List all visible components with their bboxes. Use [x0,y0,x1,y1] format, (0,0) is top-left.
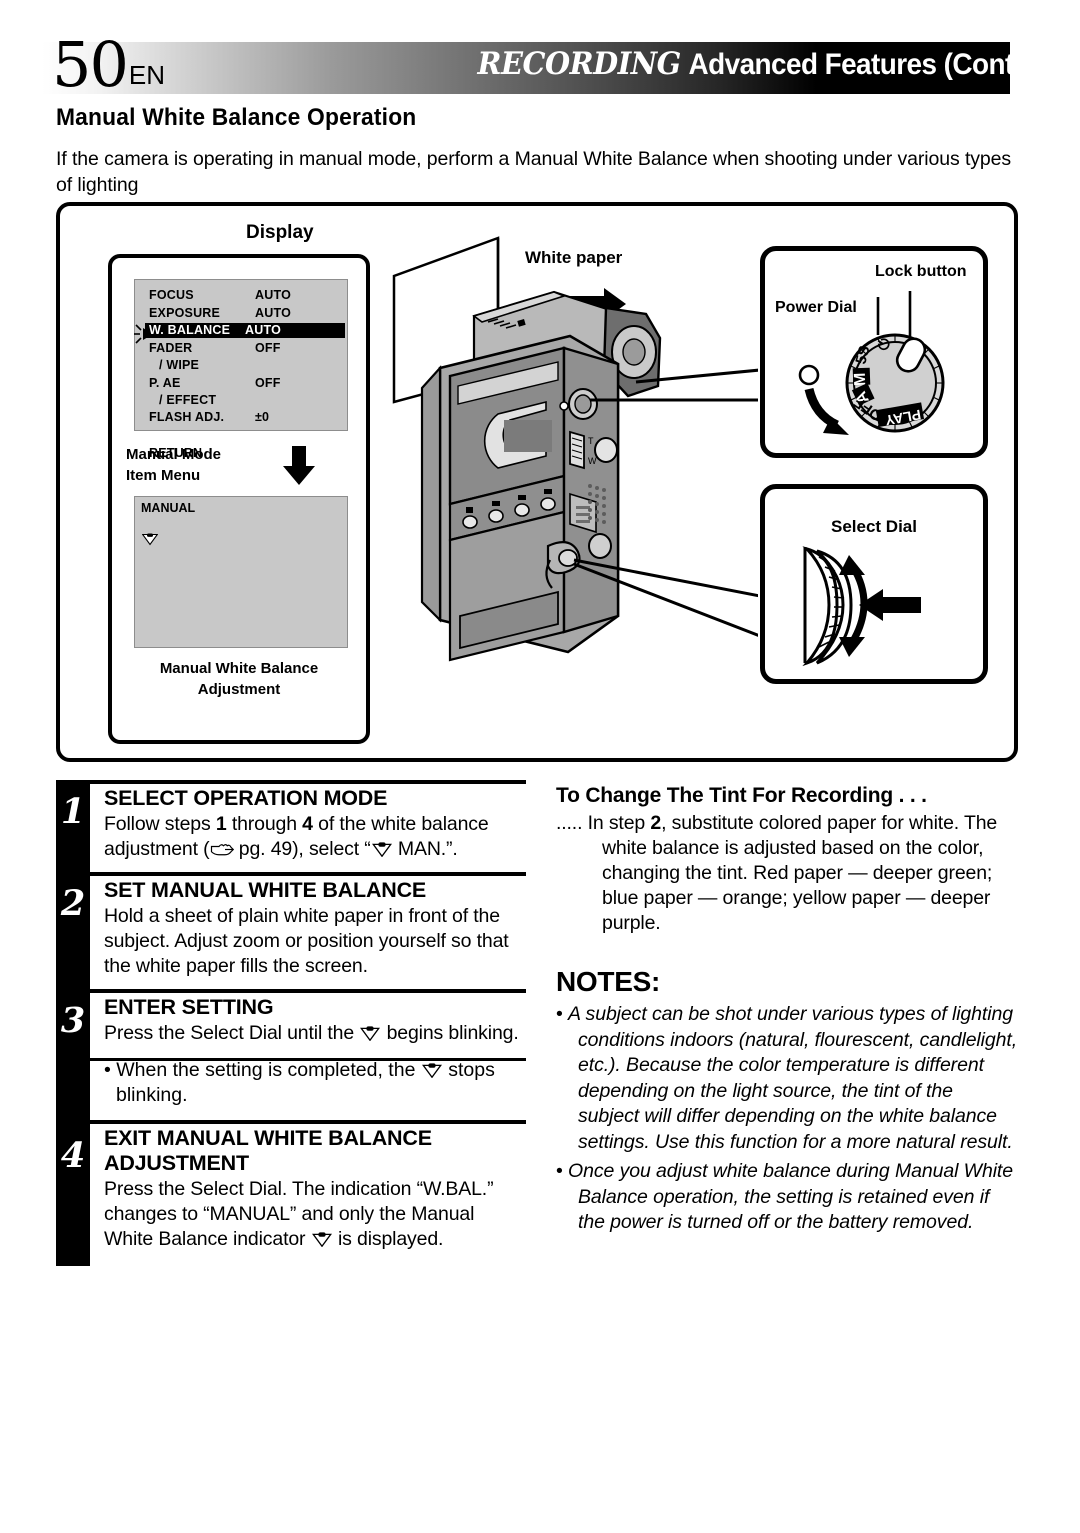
step-1: 1 SELECT OPERATION MODE Follow steps 1 t… [56,780,526,862]
section-intro: If the camera is operating in manual mod… [56,148,1012,196]
menu-item-value: ±0 [255,410,270,424]
manual-mode-line1: Manual Mode [126,446,222,463]
camcorder-illustration: T W [420,288,758,662]
tint-body: ..... In step 2, substitute colored pape… [556,812,998,934]
menu-item-label: FLASH ADJ. [149,410,225,424]
step-1-number: 1 [60,791,86,832]
select-dial-illustration [802,546,921,667]
step-3-body: Press the Select Dial until the begins b… [104,1022,519,1044]
menu-row[interactable]: FADER OFF [149,341,280,355]
step-3-number: 3 [60,1000,86,1041]
step-4-body: Press the Select Dial. The indication “W… [104,1178,494,1250]
white-balance-icon [421,1063,442,1078]
manual-mode-line2: Item Menu [126,467,201,484]
step-2-number: 2 [60,883,86,924]
step-divider [90,780,526,784]
menu-row-selected[interactable]: W. BALANCE AUTO [145,323,345,338]
note-item: • A subject can be shot under various ty… [556,1003,1018,1153]
display-panel: FOCUS AUTO EXPOSURE AUTO W. BALANCE AUTO… [108,254,370,744]
page-number-value: 50 [52,28,129,101]
select-dial-label: Select Dial [831,517,917,536]
menu-item-label: W. BALANCE [149,323,231,337]
menu-item-label: EXPOSURE [149,306,221,320]
menu-item-value: OFF [255,376,281,390]
menu-item-value: AUTO [255,288,291,302]
step-4-number: 4 [60,1135,86,1176]
step-divider [90,872,526,876]
menu-row: / WIPE [159,358,199,372]
step-divider [90,1058,526,1061]
display-label: Display [246,222,314,243]
menu-item-value: AUTO [245,323,281,337]
step-2: 2 SET MANUAL WHITE BALANCE Hold a sheet … [56,872,526,979]
header-title-lead: RECORDING [477,46,682,82]
notes-heading: NOTES: [556,966,660,997]
white-balance-icon [371,842,392,857]
step-divider [90,1120,526,1124]
step-1-heading: SELECT OPERATION MODE [104,786,388,810]
power-dial-callout: Lock button Power Dial ⏻ 5S M A OFF PLAY [760,246,988,458]
adjustment-caption: Manual White Balance Adjustment [112,658,366,700]
menu-screen: FOCUS AUTO EXPOSURE AUTO W. BALANCE AUTO… [134,279,348,460]
power-dial-illustration: ⏻ 5S M A OFF PLAY [798,291,945,435]
page-language-code: EN [128,60,166,90]
menu-row[interactable]: P. AE OFF [149,376,280,390]
white-balance-icon [142,533,158,546]
svg-text:T: T [588,436,594,446]
adjustment-caption-line2: Adjustment [197,681,281,698]
page-number: 50EN [52,34,165,106]
manual-screen: MANUAL [134,496,348,648]
section-title: Manual White Balance Operation [56,104,417,131]
note-item: • Once you adjust white balance during M… [556,1160,1013,1233]
step-3: 3 ENTER SETTING Press the Select Dial un… [56,989,526,1046]
manual-mode-item-menu-label: Manual Mode Item Menu [126,444,221,486]
step-2-heading: SET MANUAL WHITE BALANCE [104,878,427,902]
step-4: 4 EXIT MANUAL WHITE BALANCE ADJUSTMENT Pr… [56,1120,526,1252]
menu-row[interactable]: EXPOSURE AUTO [149,306,291,320]
menu-item-label: / EFFECT [159,393,217,407]
white-balance-icon [311,1232,332,1247]
manual-page: 50EN RECORDING Advanced Features (Cont.)… [0,0,1080,1533]
step-2-body: Hold a sheet of plain white paper in fro… [104,905,509,977]
lock-button-label: Lock button [875,263,967,280]
adjustment-caption-line1: Manual White Balance [159,660,319,677]
menu-row[interactable]: FOCUS AUTO [149,288,291,302]
svg-text:W: W [588,456,597,466]
menu-item-value: AUTO [255,306,291,320]
header-title: RECORDING Advanced Features (Cont.) [477,46,1031,82]
menu-item-value: OFF [255,341,281,355]
step-1-body: Follow steps 1 through 4 of the white ba… [104,813,489,860]
diagram-frame: Display White paper FOCUS AUTO EXPOSURE … [56,202,1018,762]
tint-heading: To Change The Tint For Recording . . . [556,784,927,807]
step-3-note: • When the setting is completed, the sto… [56,1058,526,1108]
menu-item-label: FADER [149,341,193,355]
menu-row[interactable]: FLASH ADJ. ±0 [149,410,269,424]
arrow-down-icon [283,446,315,485]
step-3-note-body: • When the setting is completed, the sto… [104,1059,495,1106]
menu-item-label: / WIPE [159,358,200,372]
manual-screen-title: MANUAL [141,501,196,515]
pointing-hand-icon [210,844,234,856]
step-list: 1 SELECT OPERATION MODE Follow steps 1 t… [56,780,526,1266]
select-dial-callout: Select Dial [760,484,988,684]
header-title-rest: Advanced Features (Cont.) [688,48,1031,81]
step-4-heading-line2: ADJUSTMENT [104,1151,249,1175]
right-column: To Change The Tint For Recording . . . .… [556,784,1018,1236]
menu-item-label: FOCUS [149,288,194,302]
step-divider [90,989,526,993]
menu-item-label: P. AE [149,376,181,390]
menu-row: / EFFECT [159,393,216,407]
step-3-heading: ENTER SETTING [104,995,274,1019]
white-balance-icon [360,1026,381,1041]
step-4-heading: EXIT MANUAL WHITE BALANCE ADJUSTMENT [104,1120,526,1176]
step-4-heading-line1: EXIT MANUAL WHITE BALANCE [104,1126,432,1150]
